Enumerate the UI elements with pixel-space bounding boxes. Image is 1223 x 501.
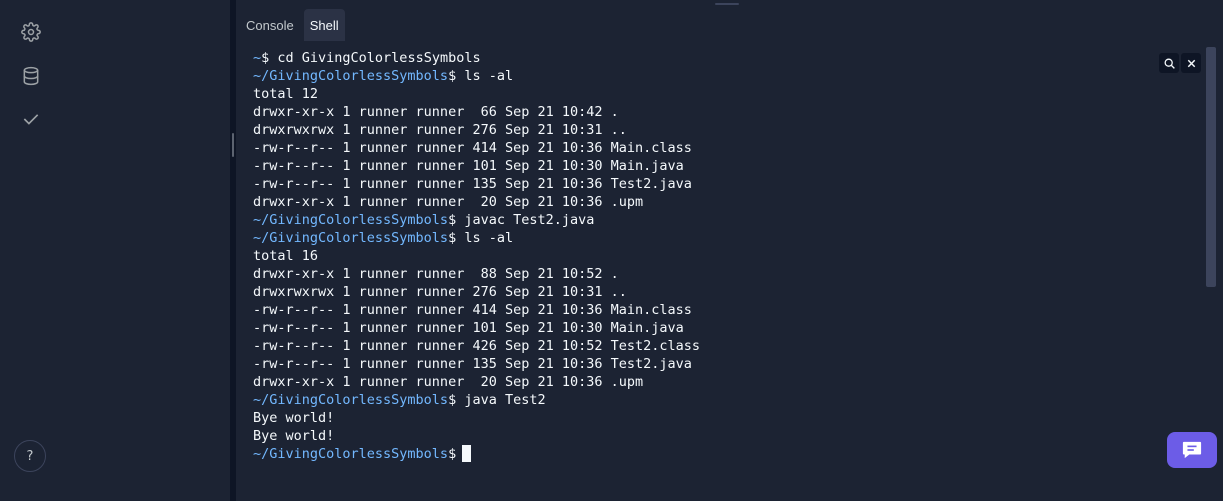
close-icon[interactable]	[1181, 53, 1201, 73]
prompt-path: ~/GivingColorlessSymbols	[253, 212, 449, 228]
terminal-text: -rw-r--r-- 1 runner runner 135 Sep 21 10…	[253, 356, 692, 372]
terminal-text: -rw-r--r-- 1 runner runner 135 Sep 21 10…	[253, 176, 692, 192]
tab-console[interactable]: Console	[240, 9, 300, 41]
terminal-line: drwxr-xr-x 1 runner runner 20 Sep 21 10:…	[253, 373, 700, 391]
prompt-path: ~/GivingColorlessSymbols	[253, 392, 449, 408]
panel-drag-handle[interactable]	[715, 3, 739, 5]
terminal-text: -rw-r--r-- 1 runner runner 101 Sep 21 10…	[253, 158, 684, 174]
terminal-line: Bye world!	[253, 427, 700, 445]
terminal-scrollbar[interactable]	[1206, 47, 1216, 287]
terminal-text: drwxr-xr-x 1 runner runner 20 Sep 21 10:…	[253, 374, 644, 390]
terminal-text: -rw-r--r-- 1 runner runner 414 Sep 21 10…	[253, 302, 692, 318]
prompt-path: ~/GivingColorlessSymbols	[253, 230, 449, 246]
terminal-text: $ ls -al	[448, 68, 514, 84]
terminal-line: ~/GivingColorlessSymbols$ java Test2	[253, 391, 700, 409]
prompt-path: ~	[253, 50, 262, 66]
prompt-path: ~/GivingColorlessSymbols	[253, 446, 449, 462]
repl-workspace: ? Console Shell ~$ cd GivingColorlessSym…	[0, 0, 1223, 501]
terminal-text: Bye world!	[253, 410, 335, 426]
help-button[interactable]: ?	[14, 440, 46, 472]
terminal-text: drwxrwxrwx 1 runner runner 276 Sep 21 10…	[253, 122, 627, 138]
files-pane-collapsed	[62, 0, 230, 501]
terminal-text: drwxrwxrwx 1 runner runner 276 Sep 21 10…	[253, 284, 627, 300]
terminal-text: $	[448, 446, 457, 462]
search-icon[interactable]	[1159, 53, 1179, 73]
terminal-line: -rw-r--r-- 1 runner runner 414 Sep 21 10…	[253, 139, 700, 157]
terminal-toolbar	[1159, 53, 1201, 73]
check-icon[interactable]	[18, 106, 44, 132]
terminal-line: drwxr-xr-x 1 runner runner 88 Sep 21 10:…	[253, 265, 700, 283]
database-icon[interactable]	[18, 63, 44, 89]
terminal-output: ~$ cd GivingColorlessSymbols ~/GivingColo…	[253, 49, 700, 463]
terminal-line: drwxrwxrwx 1 runner runner 276 Sep 21 10…	[253, 121, 700, 139]
chat-icon	[1182, 441, 1202, 459]
terminal-text: -rw-r--r-- 1 runner runner 426 Sep 21 10…	[253, 338, 701, 354]
tab-shell[interactable]: Shell	[303, 9, 345, 41]
shell-terminal[interactable]: ~$ cd GivingColorlessSymbols ~/GivingColo…	[238, 41, 1223, 501]
panel-tabs: Console Shell	[240, 9, 345, 41]
terminal-line: -rw-r--r-- 1 runner runner 426 Sep 21 10…	[253, 337, 700, 355]
terminal-line: drwxr-xr-x 1 runner runner 66 Sep 21 10:…	[253, 103, 700, 121]
gear-icon[interactable]	[18, 19, 44, 45]
terminal-cursor	[462, 445, 472, 462]
terminal-text: total 12	[253, 86, 319, 102]
terminal-line: -rw-r--r-- 1 runner runner 101 Sep 21 10…	[253, 157, 700, 175]
terminal-line: ~/GivingColorlessSymbols$ ls -al	[253, 67, 700, 85]
terminal-line: -rw-r--r-- 1 runner runner 135 Sep 21 10…	[253, 175, 700, 193]
terminal-text: $ cd GivingColorlessSymbols	[261, 50, 481, 66]
terminal-line: ~$ cd GivingColorlessSymbols	[253, 49, 700, 67]
terminal-text: -rw-r--r-- 1 runner runner 101 Sep 21 10…	[253, 320, 684, 336]
resize-grip-icon	[232, 133, 234, 157]
terminal-line: ~/GivingColorlessSymbols$ javac Test2.ja…	[253, 211, 700, 229]
chat-button[interactable]	[1167, 432, 1217, 468]
terminal-line: -rw-r--r-- 1 runner runner 101 Sep 21 10…	[253, 319, 700, 337]
terminal-text: Bye world!	[253, 428, 335, 444]
terminal-line: total 16	[253, 247, 700, 265]
terminal-text: $ javac Test2.java	[448, 212, 595, 228]
terminal-text: $ ls -al	[448, 230, 514, 246]
sidebar: ?	[0, 0, 62, 501]
terminal-line: Bye world!	[253, 409, 700, 427]
terminal-line: total 12	[253, 85, 700, 103]
terminal-text: drwxr-xr-x 1 runner runner 20 Sep 21 10:…	[253, 194, 644, 210]
terminal-line: ~/GivingColorlessSymbols$	[253, 445, 700, 463]
terminal-text: total 16	[253, 248, 319, 264]
help-label: ?	[26, 448, 34, 464]
terminal-text: drwxr-xr-x 1 runner runner 88 Sep 21 10:…	[253, 266, 619, 282]
terminal-line: drwxr-xr-x 1 runner runner 20 Sep 21 10:…	[253, 193, 700, 211]
terminal-line: drwxrwxrwx 1 runner runner 276 Sep 21 10…	[253, 283, 700, 301]
terminal-text: drwxr-xr-x 1 runner runner 66 Sep 21 10:…	[253, 104, 619, 120]
terminal-line: -rw-r--r-- 1 runner runner 135 Sep 21 10…	[253, 355, 700, 373]
terminal-line: -rw-r--r-- 1 runner runner 414 Sep 21 10…	[253, 301, 700, 319]
prompt-path: ~/GivingColorlessSymbols	[253, 68, 449, 84]
terminal-text: -rw-r--r-- 1 runner runner 414 Sep 21 10…	[253, 140, 692, 156]
terminal-text: $ java Test2	[448, 392, 546, 408]
terminal-line: ~/GivingColorlessSymbols$ ls -al	[253, 229, 700, 247]
console-shell-panel: Console Shell ~$ cd GivingColorlessSymbo…	[236, 0, 1223, 501]
